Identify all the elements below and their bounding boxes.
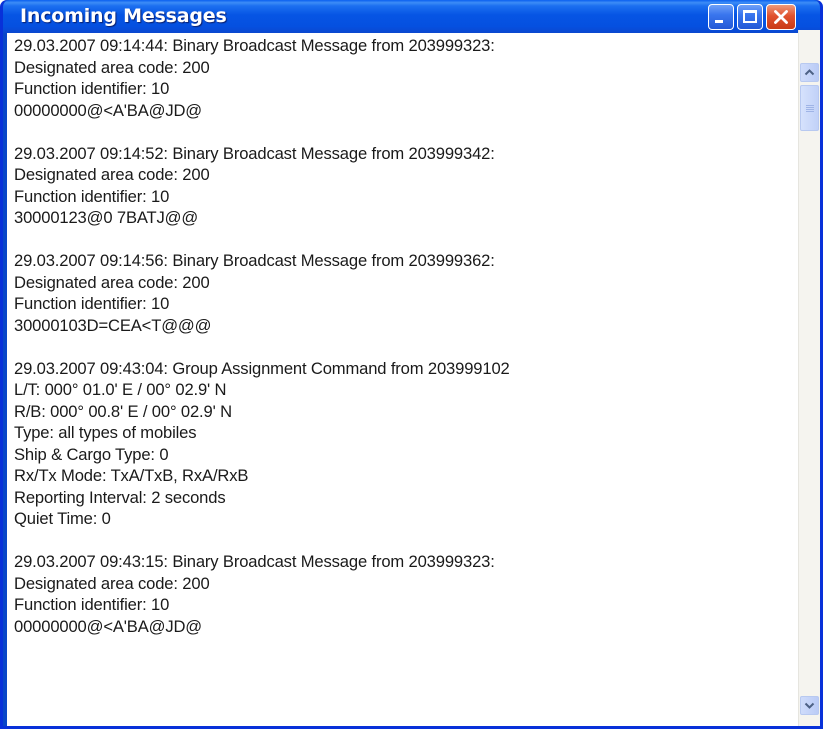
message-line: Ship & Cargo Type: 0 xyxy=(14,444,169,464)
message-line: Function identifier: 10 xyxy=(14,294,170,313)
message-block: 29.03.2007 09:43:15: Binary Broadcast Me… xyxy=(14,551,799,637)
message-payload: 30000103D=CEA<T@@@ xyxy=(14,315,212,335)
window-title: Incoming Messages xyxy=(20,5,227,27)
title-bar[interactable]: Incoming Messages xyxy=(3,0,820,33)
message-block: 29.03.2007 09:14:44: Binary Broadcast Me… xyxy=(14,35,799,121)
message-header: 29.03.2007 09:43:04: Group Assignment Co… xyxy=(14,358,510,378)
grip-line xyxy=(806,107,814,108)
message-header: 29.03.2007 09:14:44: Binary Broadcast Me… xyxy=(14,36,495,55)
message-line: Function identifier: 10 xyxy=(14,79,170,98)
message-line: Designated area code: 200 xyxy=(14,272,210,292)
minimize-icon xyxy=(715,20,723,23)
message-line: Designated area code: 200 xyxy=(14,165,210,184)
message-line: R/B: 000° 00.8' E / 00° 02.9' N xyxy=(14,401,232,421)
grip-line xyxy=(806,105,814,106)
maximize-button[interactable] xyxy=(737,4,763,30)
message-payload: 00000000@<A'BA@JD@ xyxy=(14,100,203,120)
scroll-down-button[interactable] xyxy=(800,696,819,715)
message-line: Quiet Time: 0 xyxy=(14,509,111,528)
close-button[interactable] xyxy=(766,4,796,30)
message-line: Designated area code: 200 xyxy=(14,573,210,593)
message-log[interactable]: 29.03.2007 09:14:44: Binary Broadcast Me… xyxy=(14,35,799,725)
chevron-up-icon xyxy=(804,69,815,76)
message-block: 29.03.2007 09:14:52: Binary Broadcast Me… xyxy=(14,143,799,229)
minimize-button[interactable] xyxy=(708,4,734,30)
chevron-down-icon xyxy=(804,702,815,709)
grip-line xyxy=(806,111,814,112)
message-line: Type: all types of mobiles xyxy=(14,423,197,442)
message-payload: 00000000@<A'BA@JD@ xyxy=(14,616,203,636)
scroll-thumb[interactable] xyxy=(800,85,819,131)
message-line: Function identifier: 10 xyxy=(14,595,170,614)
grip-line xyxy=(806,109,814,110)
scroll-up-button[interactable] xyxy=(800,63,819,82)
message-line: Rx/Tx Mode: TxA/TxB, RxA/RxB xyxy=(14,466,249,485)
close-icon xyxy=(774,10,788,24)
vertical-scrollbar[interactable] xyxy=(798,30,820,726)
message-area[interactable]: 29.03.2007 09:14:44: Binary Broadcast Me… xyxy=(3,33,820,726)
message-header: 29.03.2007 09:43:15: Binary Broadcast Me… xyxy=(14,552,495,571)
message-line: Function identifier: 10 xyxy=(14,186,170,206)
message-block: 29.03.2007 09:43:04: Group Assignment Co… xyxy=(14,358,799,530)
message-header: 29.03.2007 09:14:56: Binary Broadcast Me… xyxy=(14,251,495,270)
maximize-icon xyxy=(743,10,757,23)
message-line: Designated area code: 200 xyxy=(14,57,210,77)
message-header: 29.03.2007 09:14:52: Binary Broadcast Me… xyxy=(14,143,495,163)
message-line: Reporting Interval: 2 seconds xyxy=(14,487,226,507)
message-block: 29.03.2007 09:14:56: Binary Broadcast Me… xyxy=(14,250,799,336)
incoming-messages-window: Incoming Messages 29.03.2007 09:14:44: B… xyxy=(0,0,823,729)
message-payload: 30000123@0 7BATJ@@ xyxy=(14,208,199,227)
message-line: L/T: 000° 01.0' E / 00° 02.9' N xyxy=(14,380,227,399)
